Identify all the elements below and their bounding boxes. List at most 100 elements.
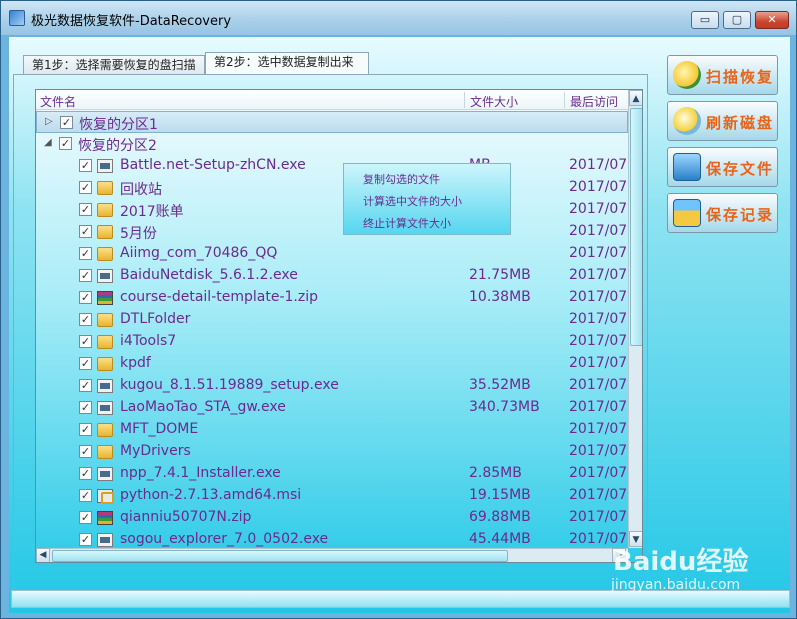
file-row[interactable]: ✓Battle.net-Setup-zhCN.exeMB2017/07: [36, 155, 628, 177]
save-record-button[interactable]: 保存记录: [667, 193, 778, 233]
column-divider[interactable]: [464, 92, 465, 108]
checkbox[interactable]: ✓: [79, 313, 92, 326]
checkbox[interactable]: ✓: [79, 181, 92, 194]
checkbox[interactable]: ✓: [79, 401, 92, 414]
menu-calc-selected-size[interactable]: 计算选中文件的大小: [363, 193, 462, 209]
tab-step2-copy[interactable]: 第2步：选中数据复制出来: [205, 52, 369, 75]
file-name: LaoMaoTao_STA_gw.exe: [120, 399, 286, 415]
scroll-up-icon[interactable]: ▲: [629, 90, 642, 106]
file-name: MFT_DOME: [120, 421, 199, 437]
folder-icon: [97, 313, 113, 327]
file-row[interactable]: ✓ i4Tools7 2017/07: [36, 331, 628, 353]
watermark-logo: Baidu经验: [613, 547, 749, 577]
file-last-access: 2017/07: [569, 355, 628, 371]
file-name: Battle.net-Setup-zhCN.exe: [120, 157, 306, 173]
partition-row[interactable]: ▷ ✓ 恢复的分区1: [36, 111, 628, 133]
file-tree[interactable]: 文件名 文件大小 最后访问时 ▷ ✓ 恢复的分区1 ◢ ✓ 恢复的分区2 ✓ Ba…: [35, 89, 643, 563]
file-size: 69.88MB: [469, 509, 531, 525]
file-size: 19.15MB: [469, 487, 531, 503]
file-size: 21.75MB: [469, 267, 531, 283]
file-row[interactable]: ✓ 5月份 2017/07: [36, 221, 628, 243]
checkbox[interactable]: ✓: [79, 379, 92, 392]
file-name: 5月份: [120, 226, 157, 242]
checkbox[interactable]: ✓: [79, 335, 92, 348]
horizontal-scroll-thumb[interactable]: [52, 550, 508, 562]
checkbox[interactable]: ✓: [60, 116, 73, 129]
expand-arrow-icon[interactable]: ▷: [45, 116, 53, 127]
file-row[interactable]: ✓ 回收站 2017/07: [36, 177, 628, 199]
file-row[interactable]: ✓ 2017账单 2017/07: [36, 199, 628, 221]
column-filesize[interactable]: 文件大小: [470, 93, 518, 110]
file-row[interactable]: ✓ LaoMaoTao_STA_gw.exe 340.73MB 2017/07: [36, 397, 628, 419]
checkbox[interactable]: ✓: [79, 423, 92, 436]
file-name: kpdf: [120, 355, 151, 371]
checkbox[interactable]: ✓: [79, 159, 92, 172]
checkbox[interactable]: ✓: [79, 225, 92, 238]
file-name: Aiimg_com_70486_QQ: [120, 245, 278, 261]
scan-recover-button[interactable]: 扫描恢复: [667, 55, 778, 95]
checkbox[interactable]: ✓: [79, 467, 92, 480]
file-row[interactable]: ✓ BaiduNetdisk_5.6.1.2.exe 21.75MB 2017/07: [36, 265, 628, 287]
refresh-disk-button[interactable]: 刷新磁盘: [667, 101, 778, 141]
file-row[interactable]: ✓ npp_7.4.1_Installer.exe 2.85MB 2017/07: [36, 463, 628, 485]
file-name: 回收站: [120, 182, 162, 198]
tab-step1-scan[interactable]: 第1步：选择需要恢复的盘扫描: [23, 55, 205, 75]
file-size: 2.85MB: [469, 465, 522, 481]
file-row[interactable]: ✓ Aiimg_com_70486_QQ 2017/07: [36, 243, 628, 265]
file-row[interactable]: ✓ DTLFolder 2017/07: [36, 309, 628, 331]
checkbox[interactable]: ✓: [79, 511, 92, 524]
folder-icon: [97, 203, 113, 217]
file-size: 10.38MB: [469, 289, 531, 305]
file-row[interactable]: ✓ course-detail-template-1.zip 10.38MB 2017…: [36, 287, 628, 309]
exe-icon: [97, 159, 113, 173]
msi-icon: [97, 489, 114, 504]
scroll-left-icon[interactable]: ◀: [36, 548, 50, 562]
file-last-access: 2017/07: [569, 245, 628, 261]
save-file-button[interactable]: 保存文件: [667, 147, 778, 187]
file-last-access: 2017/07: [569, 267, 628, 283]
checkbox[interactable]: ✓: [79, 291, 92, 304]
zip-icon: [97, 291, 113, 305]
file-row[interactable]: ✓ kugou_8.1.51.19889_setup.exe 35.52MB 2017…: [36, 375, 628, 397]
file-row[interactable]: ✓ kpdf 2017/07: [36, 353, 628, 375]
file-name: sogou_explorer_7.0_0502.exe: [120, 531, 329, 547]
maximize-button[interactable]: ▢: [723, 11, 751, 29]
column-divider[interactable]: [564, 92, 565, 108]
vertical-scrollbar[interactable]: ▲ ▼: [628, 90, 642, 548]
checkbox[interactable]: ✓: [79, 203, 92, 216]
vertical-scroll-thumb[interactable]: [630, 108, 642, 346]
checkbox[interactable]: ✓: [79, 445, 92, 458]
file-name: 2017账单: [120, 204, 184, 220]
file-row[interactable]: ✓ MyDrivers 2017/07: [36, 441, 628, 463]
partition-row[interactable]: ◢ ✓ 恢复的分区2: [36, 133, 628, 155]
title-bar[interactable]: 极光数据恢复软件-DataRecovery ▭ ▢ ✕: [1, 1, 796, 35]
file-size: 35.52MB: [469, 377, 531, 393]
file-last-access: 2017/07: [569, 443, 628, 459]
file-last-access: 2017/07: [569, 333, 628, 349]
save-record-icon: [673, 199, 701, 227]
file-last-access: 2017/07: [569, 157, 628, 173]
horizontal-scrollbar[interactable]: ◀ ▶: [36, 548, 628, 562]
maximize-icon: ▢: [731, 13, 743, 26]
minimize-icon: ▭: [699, 13, 711, 26]
menu-copy-checked-files[interactable]: 复制勾选的文件: [363, 171, 440, 187]
file-row[interactable]: ✓ python-2.7.13.amd64.msi 19.15MB 2017/07: [36, 485, 628, 507]
file-row[interactable]: ✓ qianniu50707N.zip 69.88MB 2017/07: [36, 507, 628, 529]
file-last-access: 2017/07: [569, 509, 628, 525]
folder-icon: [97, 445, 113, 459]
collapse-arrow-icon[interactable]: ◢: [44, 137, 52, 148]
checkbox[interactable]: ✓: [79, 489, 92, 502]
checkbox[interactable]: ✓: [79, 269, 92, 282]
checkbox[interactable]: ✓: [79, 247, 92, 260]
menu-stop-calc-size[interactable]: 终止计算文件大小: [363, 215, 451, 231]
close-button[interactable]: ✕: [755, 11, 789, 29]
file-name: i4Tools7: [120, 333, 177, 349]
minimize-button[interactable]: ▭: [691, 11, 719, 29]
checkbox[interactable]: ✓: [79, 533, 92, 546]
checkbox[interactable]: ✓: [79, 357, 92, 370]
file-row[interactable]: ✓ MFT_DOME 2017/07: [36, 419, 628, 441]
checkbox[interactable]: ✓: [59, 137, 72, 150]
file-last-access: 2017/07: [569, 421, 628, 437]
app-window: 极光数据恢复软件-DataRecovery ▭ ▢ ✕ 第1步：选择需要恢复的盘…: [0, 0, 797, 619]
column-filename[interactable]: 文件名: [40, 93, 76, 110]
